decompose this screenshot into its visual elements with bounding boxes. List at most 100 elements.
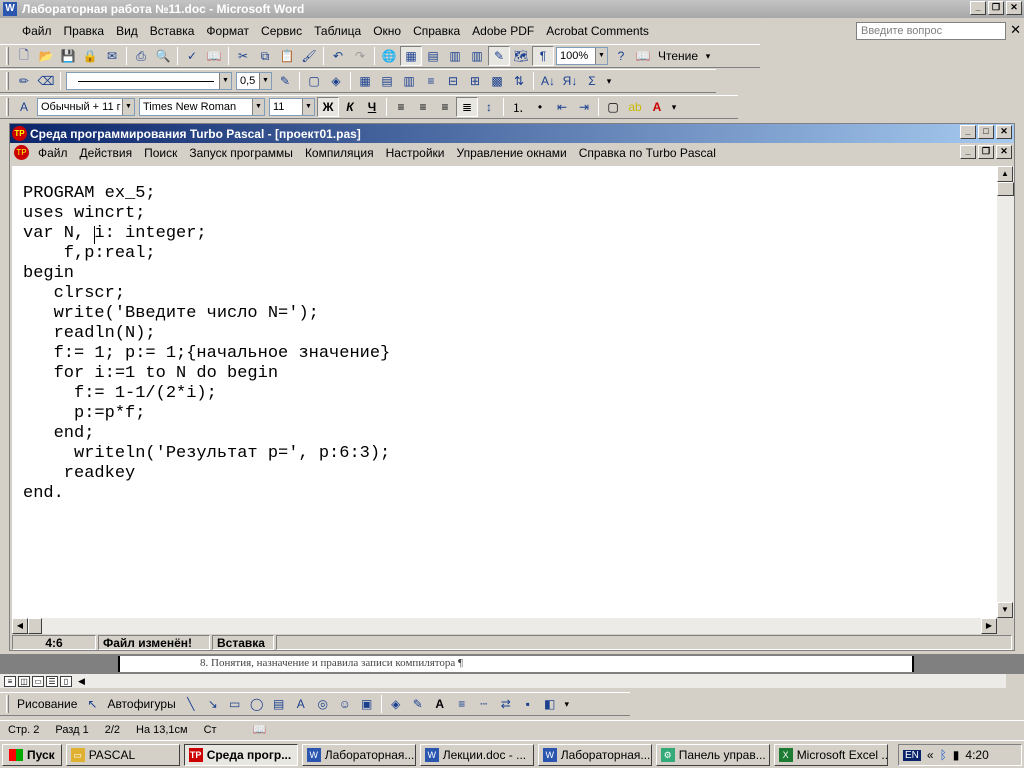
outline-view-icon[interactable]: ☰ <box>46 675 58 687</box>
pmenu-actions[interactable]: Действия <box>74 146 139 160</box>
eraser-icon[interactable]: ⌫ <box>35 71 57 91</box>
show-hide-icon[interactable]: ¶ <box>532 46 554 66</box>
clock[interactable]: 4:20 <box>965 748 988 762</box>
task-word-1[interactable]: W Лабораторная... <box>301 743 416 766</box>
distribute-rows-icon[interactable]: ⊟ <box>442 71 464 91</box>
wordart-icon[interactable]: A <box>290 694 312 714</box>
menu-file[interactable]: Файл <box>16 24 58 38</box>
line-weight-select[interactable]: 0,5 ▼ <box>236 72 272 90</box>
menu-insert[interactable]: Вставка <box>144 24 201 38</box>
scroll-right-icon[interactable]: ▶ <box>981 618 997 634</box>
pmenu-help[interactable]: Справка по Turbo Pascal <box>573 146 722 160</box>
tables-borders-icon[interactable]: ▦ <box>400 46 422 66</box>
fill-color-icon[interactable]: ◈ <box>385 694 407 714</box>
draw-font-color-icon[interactable]: A <box>429 694 451 714</box>
new-document-icon[interactable]: 🗋 <box>13 46 35 66</box>
autoformat-icon[interactable]: ▩ <box>486 71 508 91</box>
task-pascal-folder[interactable]: ▭ PASCAL <box>65 743 180 766</box>
pmenu-compile[interactable]: Компиляция <box>299 146 380 160</box>
insert-excel-icon[interactable]: ▥ <box>444 46 466 66</box>
bold-icon[interactable]: Ж <box>317 97 339 117</box>
font-color-icon[interactable]: A <box>646 97 668 117</box>
task-control-panel[interactable]: ⚙ Панель управ... <box>655 743 770 766</box>
scroll-left-icon[interactable]: ◀ <box>12 618 28 634</box>
line-style-icon[interactable]: ≡ <box>451 694 473 714</box>
pmenu-settings[interactable]: Настройки <box>380 146 451 160</box>
italic-icon[interactable]: К <box>339 97 361 117</box>
line-color-icon[interactable]: ✎ <box>407 694 429 714</box>
select-objects-icon[interactable]: ↖ <box>81 694 103 714</box>
style-select[interactable]: Обычный + 11 г ▼ <box>37 98 135 116</box>
autoshapes-menu[interactable]: Автофигуры <box>103 697 179 711</box>
toolbar-options-2-icon[interactable]: ▾ <box>605 71 613 91</box>
toolbar-options-4-icon[interactable]: ▾ <box>563 694 571 714</box>
print-layout-icon[interactable]: ▭ <box>32 675 44 687</box>
tray-expand-icon[interactable]: « <box>927 748 934 762</box>
horizontal-scrollbar[interactable]: ◀ ▶ <box>12 618 997 634</box>
undo-icon[interactable]: ↶ <box>327 46 349 66</box>
hyperlink-icon[interactable]: 🌐 <box>378 46 400 66</box>
align-right-icon[interactable]: ≡ <box>434 97 456 117</box>
paste-icon[interactable]: 📋 <box>276 46 298 66</box>
line-icon[interactable]: ╲ <box>180 694 202 714</box>
reading-button[interactable]: Чтение <box>654 49 702 63</box>
underline-icon[interactable]: Ч <box>361 97 383 117</box>
word-horizontal-scrollbar[interactable]: ≡ ◫ ▭ ☰ ▯ ◀ <box>0 674 1006 688</box>
align-left-icon[interactable]: ≡ <box>390 97 412 117</box>
insert-table-2-icon[interactable]: ▦ <box>354 71 376 91</box>
toolbar-options-icon[interactable]: ▾ <box>704 46 712 66</box>
document-icon[interactable]: TP <box>14 145 29 160</box>
task-word-3[interactable]: W Лабораторная... <box>537 743 652 766</box>
ask-question-input[interactable]: Введите вопрос <box>856 22 1006 40</box>
pmenu-windows[interactable]: Управление окнами <box>450 146 572 160</box>
font-select[interactable]: Times New Roman ▼ <box>139 98 265 116</box>
arrow-icon[interactable]: ↘ <box>202 694 224 714</box>
print-preview-icon[interactable]: 🔍 <box>152 46 174 66</box>
menu-edit[interactable]: Правка <box>58 24 111 38</box>
menu-format[interactable]: Формат <box>200 24 255 38</box>
dash-style-icon[interactable]: ┄ <box>473 694 495 714</box>
merge-cells-icon[interactable]: ▤ <box>376 71 398 91</box>
doc-minimize-button[interactable]: _ <box>960 145 976 159</box>
outside-border-icon[interactable]: ▢ <box>602 97 624 117</box>
turbo-pascal-icon[interactable]: TP <box>12 126 27 141</box>
text-direction-icon[interactable]: ⇅ <box>508 71 530 91</box>
vertical-scroll-thumb[interactable] <box>997 182 1014 196</box>
menu-view[interactable]: Вид <box>110 24 144 38</box>
arrow-style-icon[interactable]: ⇄ <box>495 694 517 714</box>
toolbar-options-3-icon[interactable]: ▾ <box>670 97 678 117</box>
email-icon[interactable]: ✉ <box>101 46 123 66</box>
pmenu-file[interactable]: Файл <box>32 146 74 160</box>
reading-view-icon[interactable]: ▯ <box>60 675 72 687</box>
drawing-icon[interactable]: ✎ <box>488 46 510 66</box>
language-indicator[interactable]: EN <box>903 749 921 761</box>
line-style-select[interactable]: ▼ <box>66 72 232 90</box>
menu-table[interactable]: Таблица <box>308 24 367 38</box>
drawing-menu[interactable]: Рисование <box>13 697 81 711</box>
clipart-icon[interactable]: ☺ <box>334 694 356 714</box>
format-painter-icon[interactable]: 🖌 <box>298 46 320 66</box>
highlight-icon[interactable]: ab <box>624 97 646 117</box>
3d-icon[interactable]: ◧ <box>539 694 561 714</box>
permission-icon[interactable]: 🔒 <box>79 46 101 66</box>
doc-close-button[interactable]: ✕ <box>996 145 1012 159</box>
help-icon[interactable]: ? <box>610 46 632 66</box>
open-icon[interactable]: 📂 <box>35 46 57 66</box>
save-icon[interactable]: 💾 <box>57 46 79 66</box>
minimize-button[interactable]: _ <box>970 1 986 15</box>
web-view-icon[interactable]: ◫ <box>18 675 30 687</box>
menu-help[interactable]: Справка <box>407 24 466 38</box>
word-app-icon[interactable]: W <box>3 2 17 16</box>
pascal-close-button[interactable]: ✕ <box>996 125 1012 139</box>
diagram-icon[interactable]: ◎ <box>312 694 334 714</box>
bullets-icon[interactable]: • <box>529 97 551 117</box>
shadow-icon[interactable]: ▪ <box>517 694 539 714</box>
border-color-icon[interactable]: ✎ <box>274 71 296 91</box>
spelling-icon[interactable]: ✓ <box>181 46 203 66</box>
bluetooth-icon[interactable]: ᛒ <box>940 748 947 762</box>
shading-color-icon[interactable]: ◈ <box>325 71 347 91</box>
textbox-icon[interactable]: ▤ <box>268 694 290 714</box>
picture-icon[interactable]: ▣ <box>356 694 378 714</box>
justify-icon[interactable]: ≣ <box>456 97 478 117</box>
zoom-select[interactable]: 100% ▼ <box>556 47 608 65</box>
